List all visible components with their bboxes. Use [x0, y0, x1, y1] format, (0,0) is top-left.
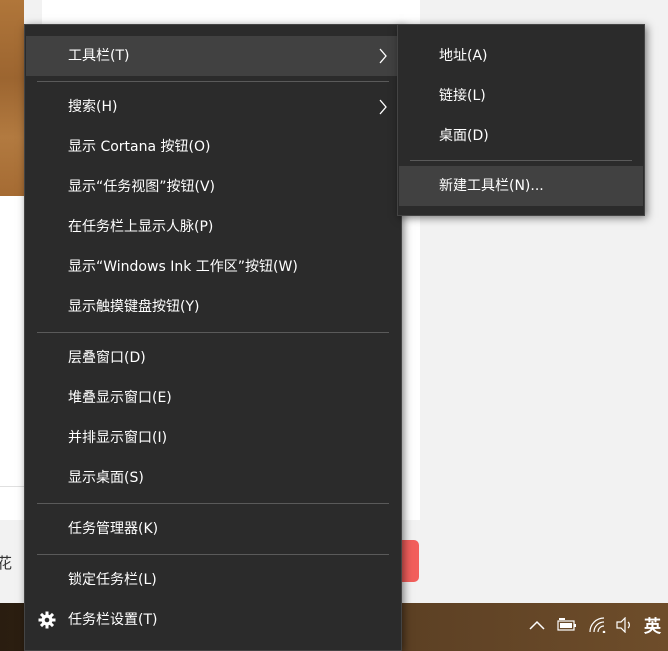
chevron-up-icon[interactable]	[526, 614, 548, 636]
background-divider	[0, 486, 24, 487]
submenu-item-links[interactable]: 链接(L)	[399, 76, 643, 116]
menu-separator	[37, 554, 389, 555]
chevron-right-icon	[379, 99, 387, 115]
submenu-item-label: 地址(A)	[439, 48, 488, 64]
submenu-item-label: 链接(L)	[439, 88, 486, 104]
menu-item-cascade-windows[interactable]: 层叠窗口(D)	[26, 338, 400, 378]
menu-item-label: 层叠窗口(D)	[68, 350, 146, 366]
menu-item-taskbar-settings[interactable]: 任务栏设置(T)	[26, 600, 400, 640]
menu-item-label: 在任务栏上显示人脉(P)	[68, 219, 214, 235]
background-partial-text: 花	[0, 554, 13, 572]
menu-item-label: 任务栏设置(T)	[68, 612, 158, 628]
ime-indicator[interactable]: 英	[644, 612, 661, 637]
menu-item-show-windows-ink[interactable]: 显示“Windows Ink 工作区”按钮(W)	[26, 247, 400, 287]
gear-icon	[38, 611, 56, 629]
wifi-icon[interactable]	[587, 614, 609, 636]
submenu-item-label: 桌面(D)	[439, 128, 489, 144]
submenu-separator	[410, 160, 632, 161]
menu-item-label: 显示触摸键盘按钮(Y)	[68, 299, 200, 315]
menu-item-label: 显示“任务视图”按钮(V)	[68, 179, 216, 195]
menu-item-show-task-view[interactable]: 显示“任务视图”按钮(V)	[26, 167, 400, 207]
menu-item-search[interactable]: 搜索(H)	[26, 87, 400, 127]
menu-item-lock-taskbar[interactable]: 锁定任务栏(L)	[26, 560, 400, 600]
menu-item-label: 并排显示窗口(I)	[68, 430, 168, 446]
menu-item-label: 搜索(H)	[68, 99, 118, 115]
submenu-item-address[interactable]: 地址(A)	[399, 36, 643, 76]
menu-item-show-desktop[interactable]: 显示桌面(S)	[26, 458, 400, 498]
menu-item-label: 显示桌面(S)	[68, 470, 144, 486]
menu-item-show-cortana[interactable]: 显示 Cortana 按钮(O)	[26, 127, 400, 167]
menu-item-label: 显示“Windows Ink 工作区”按钮(W)	[68, 259, 298, 275]
chevron-right-icon	[379, 48, 387, 64]
background-red-button[interactable]	[401, 540, 419, 582]
menu-item-show-touch-keyboard[interactable]: 显示触摸键盘按钮(Y)	[26, 287, 400, 327]
battery-icon[interactable]	[556, 614, 578, 636]
menu-item-label: 堆叠显示窗口(E)	[68, 390, 172, 406]
menu-item-side-by-side[interactable]: 并排显示窗口(I)	[26, 418, 400, 458]
menu-item-label: 锁定任务栏(L)	[68, 572, 157, 588]
menu-item-label: 显示 Cortana 按钮(O)	[68, 139, 211, 155]
menu-item-toolbars[interactable]: 工具栏(T)	[26, 36, 400, 76]
submenu-item-label: 新建工具栏(N)...	[439, 178, 544, 194]
menu-item-label: 工具栏(T)	[68, 48, 130, 64]
volume-icon[interactable]	[614, 614, 636, 636]
menu-item-show-people[interactable]: 在任务栏上显示人脉(P)	[26, 207, 400, 247]
menu-item-stack-windows[interactable]: 堆叠显示窗口(E)	[26, 378, 400, 418]
menu-item-label: 任务管理器(K)	[68, 521, 159, 537]
toolbars-submenu: 地址(A) 链接(L) 桌面(D) 新建工具栏(N)...	[397, 24, 645, 216]
background-wood-image	[0, 0, 24, 196]
submenu-item-new-toolbar[interactable]: 新建工具栏(N)...	[399, 166, 643, 206]
menu-separator	[37, 332, 389, 333]
menu-separator	[37, 81, 389, 82]
taskbar-context-menu: 工具栏(T) 搜索(H) 显示 Cortana 按钮(O) 显示“任务视图”按钮…	[24, 24, 402, 651]
menu-item-task-manager[interactable]: 任务管理器(K)	[26, 509, 400, 549]
submenu-item-desktop[interactable]: 桌面(D)	[399, 116, 643, 156]
menu-separator	[37, 503, 389, 504]
